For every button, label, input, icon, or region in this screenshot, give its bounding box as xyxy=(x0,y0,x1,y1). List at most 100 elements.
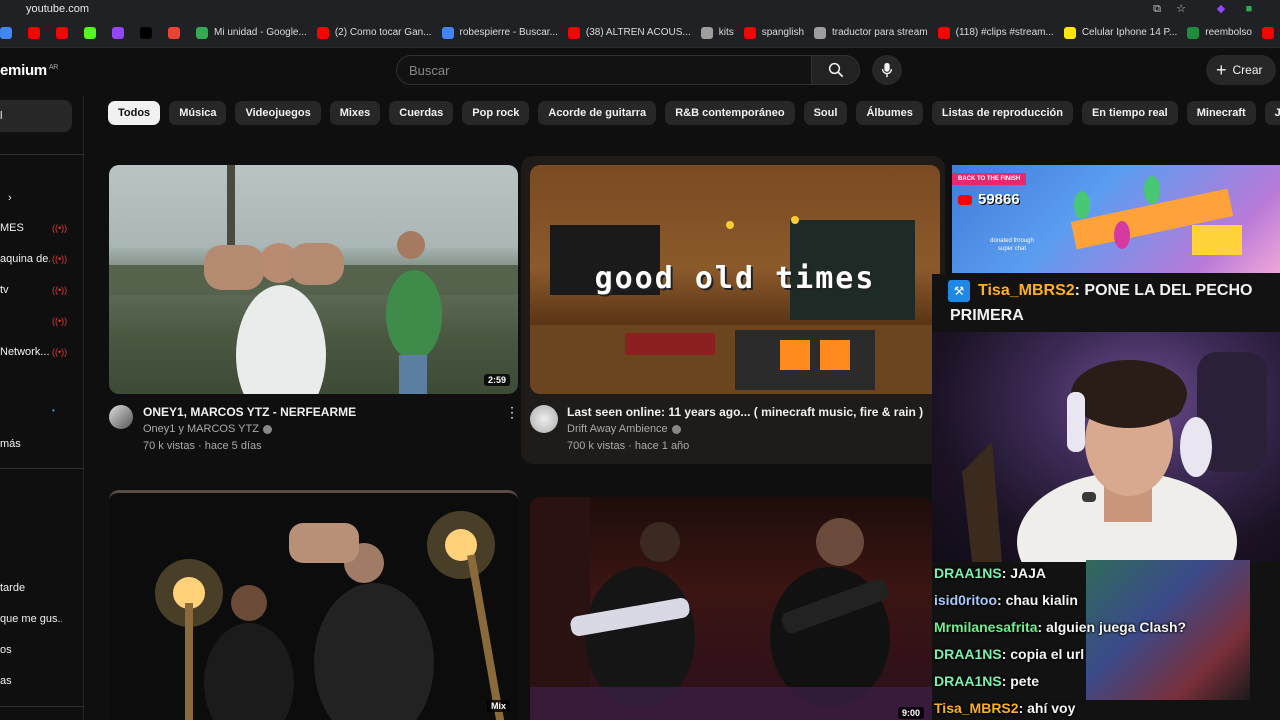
voice-search-button[interactable] xyxy=(872,55,902,85)
bookmark-item[interactable] xyxy=(112,18,130,47)
bookmark-favicon-icon xyxy=(567,26,580,39)
bookmark-item[interactable]: (38) ALTREN ACOUS... xyxy=(567,18,691,47)
address-bar[interactable]: youtube.com ⧉ ☆ ◆ ■ xyxy=(0,0,1280,18)
new-content-dot: • xyxy=(52,406,55,415)
sidebar-item-channel[interactable]: aquina de... xyxy=(0,253,50,265)
chip-13[interactable]: Juegos de aventura xyxy=(1264,101,1280,125)
bookmark-label: spanglish xyxy=(761,27,805,38)
chip-6[interactable]: Acorde de guitarra xyxy=(538,101,657,125)
video-title[interactable]: ONEY1, MARCOS YTZ - NERFEARME xyxy=(143,405,356,419)
sidebar-item-playlist[interactable]: as xyxy=(0,675,62,687)
share-icon[interactable]: ⧉ xyxy=(1150,2,1164,16)
bookmark-item[interactable]: (192) [free] nine v xyxy=(1261,18,1280,47)
video-thumbnail[interactable]: 2:59 xyxy=(109,165,518,394)
bookmark-label: kits xyxy=(718,27,734,38)
video-thumbnail[interactable]: 9:00 xyxy=(530,497,932,720)
chat-separator: : xyxy=(1001,673,1011,689)
chat-username: Tisa_MBRS2 xyxy=(934,700,1019,716)
bookmark-favicon-icon xyxy=(1187,26,1200,39)
bookmark-item[interactable] xyxy=(84,18,102,47)
channel-name[interactable]: Oney1 y MARCOS YTZ xyxy=(143,423,272,435)
sidebar-item-playlist[interactable]: os xyxy=(0,644,62,656)
bookmark-item[interactable]: Celular Iphone 14 P... xyxy=(1063,18,1177,47)
bookmark-item[interactable]: Mi unidad - Google... xyxy=(196,18,307,47)
chip-10[interactable]: Listas de reproducción xyxy=(931,101,1073,125)
sidebar-item-channel[interactable]: Network... xyxy=(0,346,50,358)
bookmark-favicon-icon xyxy=(28,26,40,39)
live-icon: ((•)) xyxy=(52,347,68,357)
chip-9[interactable]: Álbumes xyxy=(856,101,923,125)
bookmark-item[interactable] xyxy=(28,18,46,47)
chat-separator: : xyxy=(1037,619,1047,635)
bookmark-item[interactable]: robespierre - Buscar... xyxy=(441,18,558,47)
sidebar-item-subscriptions[interactable]: › xyxy=(8,192,70,204)
bookmark-item[interactable]: reembolso xyxy=(1187,18,1252,47)
bookmark-favicon-icon xyxy=(0,26,12,39)
bookmark-item[interactable] xyxy=(56,18,74,47)
chat-text: ahí voy xyxy=(1027,700,1076,716)
chat-text: chau kialin xyxy=(1005,592,1078,608)
chip-4[interactable]: Cuerdas xyxy=(389,101,454,125)
more-options-icon[interactable]: ⋮ xyxy=(505,404,519,421)
bookmark-label: (38) ALTREN ACOUS... xyxy=(585,27,691,38)
chip-5[interactable]: Pop rock xyxy=(462,101,530,125)
extension-icon[interactable]: ◆ xyxy=(1214,2,1228,16)
game-banner: BACK TO THE FINISH xyxy=(952,173,1027,185)
video-thumbnail[interactable]: Mix xyxy=(109,490,518,720)
verified-icon xyxy=(671,424,681,434)
chip-8[interactable]: Soul xyxy=(803,101,848,125)
show-more-button[interactable]: más xyxy=(0,438,62,450)
channel-avatar[interactable] xyxy=(530,405,558,433)
youtube-logo[interactable]: emium AR xyxy=(0,62,58,79)
chat-alert: ⚒ Tisa_MBRS2: PONE LA DEL PECHO PRIMERA xyxy=(944,276,1280,332)
sidebar-item-home[interactable]: l xyxy=(0,110,62,122)
star-icon[interactable]: ☆ xyxy=(1174,2,1188,16)
search-input[interactable]: Buscar xyxy=(396,55,812,85)
video-duration: 2:59 xyxy=(483,374,510,386)
search-button[interactable] xyxy=(812,55,860,85)
bookmark-item[interactable]: traductor para stream xyxy=(814,18,928,47)
bookmark-item[interactable] xyxy=(0,18,18,47)
video-duration: 9:00 xyxy=(897,707,924,719)
bookmark-item[interactable]: (2) Como tocar Gan... xyxy=(316,18,432,47)
chip-0[interactable]: Todos xyxy=(108,101,161,125)
chip-11[interactable]: En tiempo real xyxy=(1081,101,1178,125)
chat-text: alguien juega Clash? xyxy=(1046,619,1187,635)
sidebar-item-liked[interactable]: que me gus... xyxy=(0,613,62,625)
bookmark-item[interactable]: spanglish xyxy=(743,18,805,47)
channel-name[interactable]: Drift Away Ambience xyxy=(567,423,681,435)
channel-avatar[interactable] xyxy=(109,405,133,429)
chip-12[interactable]: Minecraft xyxy=(1186,101,1256,125)
game-capture: BACK TO THE FINISH 59866 donated through… xyxy=(952,165,1280,273)
chat-username: Mrmilanesafrita xyxy=(934,619,1038,635)
thumbnail-caption: good old times xyxy=(594,261,876,296)
extension-icon[interactable]: ■ xyxy=(1242,2,1256,16)
video-thumbnail[interactable]: good old times xyxy=(530,165,940,394)
url-text[interactable]: youtube.com xyxy=(26,3,89,15)
screen: { "browser": { "url": "youtube.com", "bo… xyxy=(0,0,1280,720)
alert-user: Tisa_MBRS2 xyxy=(978,282,1075,299)
chip-2[interactable]: Videojuegos xyxy=(235,101,321,125)
bookmark-item[interactable]: kits xyxy=(700,18,734,47)
chip-7[interactable]: R&B contemporáneo xyxy=(665,101,795,125)
video-title[interactable]: Last seen online: 11 years ago... ( mine… xyxy=(567,405,923,419)
bookmark-favicon-icon xyxy=(168,26,180,39)
bookmark-item[interactable]: (118) #clips #stream... xyxy=(937,18,1054,47)
sidebar-item-watch-later[interactable]: tarde xyxy=(0,582,62,594)
create-button[interactable]: + Crear xyxy=(1206,55,1276,85)
bookmark-favicon-icon xyxy=(1261,26,1274,39)
search-icon xyxy=(828,62,843,78)
chip-1[interactable]: Música xyxy=(169,101,227,125)
chat-separator: : xyxy=(997,592,1006,608)
bookmark-label: reembolso xyxy=(1205,27,1252,38)
verified-icon xyxy=(262,424,272,434)
chat-text: JAJA xyxy=(1010,565,1047,581)
bookmark-favicon-icon xyxy=(140,26,152,39)
category-chips: Todos Música Videojuegos Mixes Cuerdas Pop ro… xyxy=(108,101,1280,127)
chat-feed: DRAA1NS: JAJA isid0ritoo: chau kialin Mrmi… xyxy=(934,560,1280,720)
bookmark-item[interactable] xyxy=(168,18,186,47)
video-meta: 70 k vistas · hace 5 días xyxy=(143,440,262,452)
youtube-icon xyxy=(958,194,972,205)
chip-3[interactable]: Mixes xyxy=(329,101,381,125)
bookmark-item[interactable] xyxy=(140,18,158,47)
